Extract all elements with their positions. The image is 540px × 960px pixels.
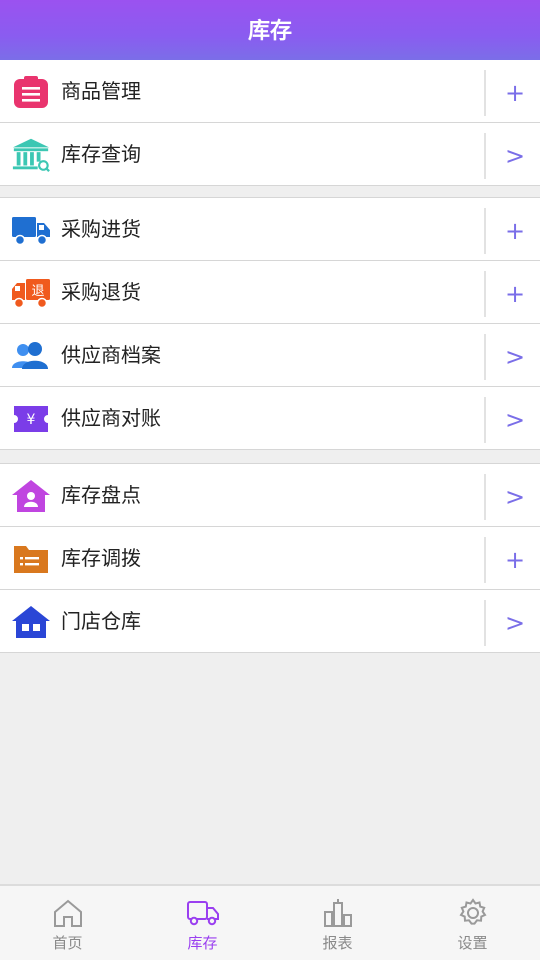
tab-settings[interactable]: 设置 <box>405 886 540 960</box>
divider <box>484 474 486 520</box>
page-header: 库存 <box>0 0 540 60</box>
menu-item-label: 门店仓库 <box>61 609 141 633</box>
menu-item-label: 商品管理 <box>61 79 141 103</box>
menu-item-supplier-reconciliation[interactable]: ¥ 供应商对账 > <box>0 387 540 450</box>
tab-reports[interactable]: 报表 <box>270 886 405 960</box>
svg-text:¥: ¥ <box>27 412 36 428</box>
menu-item-product-management[interactable]: 商品管理 + <box>0 60 540 123</box>
menu-item-store-warehouse[interactable]: 门店仓库 > <box>0 590 540 653</box>
chevron-right-button[interactable]: > <box>490 590 540 653</box>
chevron-right-button[interactable]: > <box>490 324 540 387</box>
tab-label: 首页 <box>52 934 83 952</box>
bottom-tab-bar: 首页 库存 报表 设置 <box>0 884 540 960</box>
menu-item-label: 库存查询 <box>61 142 141 166</box>
menu-item-label: 供应商档案 <box>61 343 161 367</box>
yen-ticket-icon: ¥ <box>11 401 51 437</box>
divider <box>484 600 486 646</box>
menu-item-stock-query[interactable]: 库存查询 > <box>0 123 540 186</box>
gear-icon <box>456 898 490 928</box>
menu-group-purchasing: 采购进货 + 退 采购退货 + 供应商档案 > ¥ 供应商对账 > <box>0 197 540 450</box>
add-button[interactable]: + <box>490 198 540 261</box>
menu-item-purchase-in[interactable]: 采购进货 + <box>0 198 540 261</box>
divider <box>484 208 486 254</box>
divider <box>484 70 486 116</box>
menu-item-label: 采购退货 <box>61 280 141 304</box>
tab-label: 报表 <box>322 934 353 952</box>
chevron-right-button[interactable]: > <box>490 123 540 186</box>
return-badge: 退 <box>31 284 44 299</box>
tab-home[interactable]: 首页 <box>0 886 135 960</box>
menu-item-label: 采购进货 <box>61 217 141 241</box>
menu-item-label: 供应商对账 <box>61 406 161 430</box>
add-button[interactable]: + <box>490 527 540 590</box>
menu-item-purchase-return[interactable]: 退 采购退货 + <box>0 261 540 324</box>
add-button[interactable]: + <box>490 60 540 123</box>
tab-label: 库存 <box>187 934 218 952</box>
divider <box>484 271 486 317</box>
menu-item-label: 库存盘点 <box>61 483 141 507</box>
menu-group-inventory: 库存盘点 > 库存调拨 + 门店仓库 > <box>0 463 540 653</box>
menu-item-supplier-records[interactable]: 供应商档案 > <box>0 324 540 387</box>
tab-inventory[interactable]: 库存 <box>135 886 270 960</box>
chevron-right-button[interactable]: > <box>490 387 540 450</box>
warehouse-search-icon <box>11 137 51 173</box>
menu-item-label: 库存调拨 <box>61 546 141 570</box>
menu-item-stock-transfer[interactable]: 库存调拨 + <box>0 527 540 590</box>
page-title: 库存 <box>247 19 292 44</box>
delivery-truck-icon <box>186 898 220 928</box>
bar-chart-icon <box>321 898 355 928</box>
home-person-icon <box>11 478 51 514</box>
menu-item-stock-count[interactable]: 库存盘点 > <box>0 464 540 527</box>
truck-icon <box>11 212 51 248</box>
add-button[interactable]: + <box>490 261 540 324</box>
home-icon <box>51 898 85 928</box>
divider <box>484 397 486 443</box>
menu-group-products: 商品管理 + 库存查询 > <box>0 60 540 186</box>
divider <box>484 334 486 380</box>
tab-label: 设置 <box>457 934 488 952</box>
clipboard-icon <box>11 74 51 110</box>
store-house-icon <box>11 604 51 640</box>
chevron-right-button[interactable]: > <box>490 464 540 527</box>
return-truck-icon: 退 <box>11 275 51 311</box>
users-icon <box>11 338 51 374</box>
divider <box>484 133 486 179</box>
divider <box>484 537 486 583</box>
folder-icon <box>11 541 51 577</box>
